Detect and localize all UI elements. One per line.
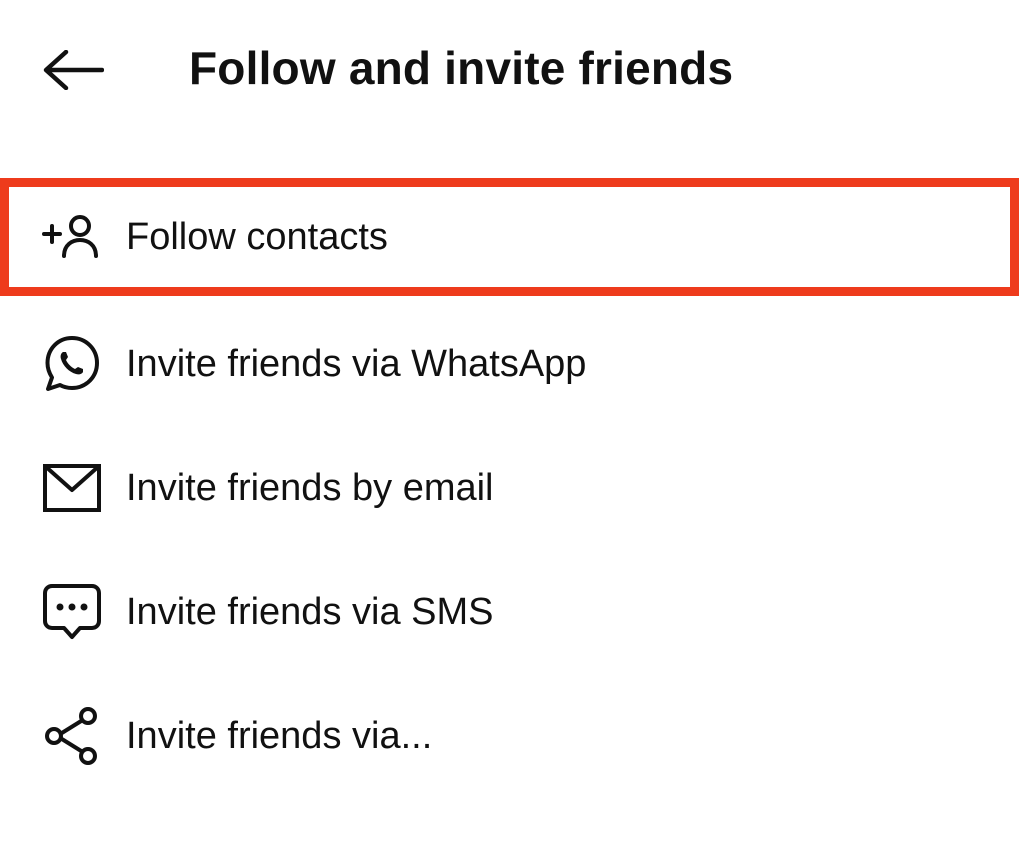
share-icon <box>40 704 104 768</box>
menu-item-follow-contacts[interactable]: Follow contacts <box>0 178 1024 296</box>
menu-item-label: Invite friends by email <box>126 467 494 509</box>
back-button[interactable] <box>28 30 118 110</box>
page-title: Follow and invite friends <box>189 42 734 94</box>
arrow-left-icon <box>42 50 104 90</box>
menu-item-invite-email[interactable]: Invite friends by email <box>0 426 1024 550</box>
message-bubble-icon <box>40 580 104 644</box>
menu-item-invite-sms[interactable]: Invite friends via SMS <box>0 550 1024 674</box>
header-bar: Follow and invite friends <box>0 0 1024 140</box>
whatsapp-icon <box>40 332 104 396</box>
menu-item-label: Invite friends via... <box>126 715 433 757</box>
menu-item-invite-whatsapp[interactable]: Invite friends via WhatsApp <box>0 302 1024 426</box>
envelope-icon <box>40 456 104 520</box>
menu-item-label: Invite friends via SMS <box>126 591 494 633</box>
menu-item-label: Follow contacts <box>126 216 388 258</box>
menu-item-invite-other[interactable]: Invite friends via... <box>0 674 1024 798</box>
invite-options-list: Follow contacts Invite friends via Whats… <box>0 178 1024 798</box>
add-person-icon <box>40 205 104 269</box>
menu-item-label: Invite friends via WhatsApp <box>126 343 587 385</box>
